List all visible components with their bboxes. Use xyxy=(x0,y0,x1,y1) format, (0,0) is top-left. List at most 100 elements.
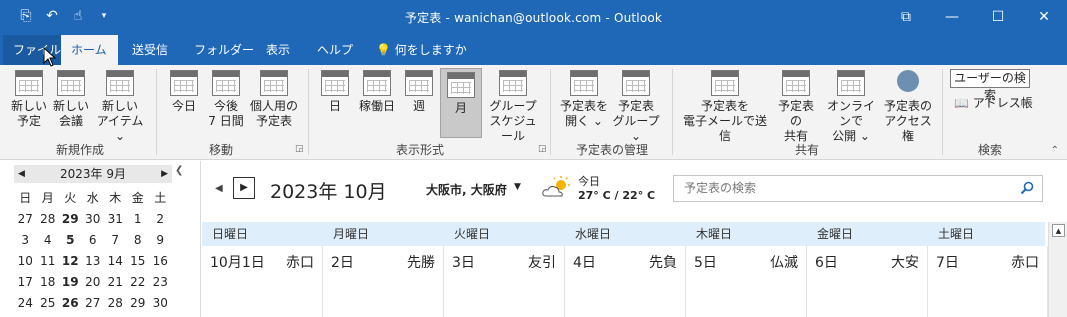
mini-calendar-day[interactable]: 7 xyxy=(104,230,127,251)
ribbon: 新しい 予定 新しい 会議 新しい アイテム ⌄ 新規作成 今日 今後 7 日間… xyxy=(0,65,1067,160)
maximize-icon[interactable]: ☐ xyxy=(975,0,1021,35)
mini-calendar-day[interactable]: 29 xyxy=(59,209,82,230)
schedule-view-button[interactable]: グループ スケジュール xyxy=(484,70,542,144)
address-book-button[interactable]: 📖 アドレス帳 xyxy=(954,94,1033,111)
day-cell[interactable]: 10月1日 赤口 xyxy=(202,246,323,317)
tab-home[interactable]: ホーム xyxy=(61,35,118,65)
personal-calendar-icon xyxy=(260,70,288,96)
mini-calendar-day[interactable]: 1 xyxy=(127,209,150,230)
scroll-up-icon[interactable]: ▲ xyxy=(1052,224,1065,237)
mini-calendar-day[interactable]: 21 xyxy=(104,272,127,293)
weekday-header: 日曜日 xyxy=(212,227,249,241)
mini-calendar-day[interactable]: 4 xyxy=(37,230,60,251)
mini-calendar-day[interactable]: 25 xyxy=(37,293,60,314)
personal-calendar-button[interactable]: 個人用の 予定表 xyxy=(249,70,299,129)
prev-period-icon[interactable]: ◀ xyxy=(215,183,223,194)
day-rokuyo: 赤口 xyxy=(1011,255,1039,271)
day-cell[interactable]: 7日 赤口 xyxy=(928,246,1048,317)
mini-calendar-day[interactable]: 10 xyxy=(14,251,37,272)
new-meeting-button[interactable]: 新しい 会議 xyxy=(52,70,90,129)
mini-calendar-day[interactable]: 20 xyxy=(82,272,105,293)
mini-calendar-day[interactable]: 19 xyxy=(59,272,82,293)
mini-calendar-day[interactable]: 29 xyxy=(127,293,150,314)
day-cell[interactable]: 4日 先負 xyxy=(565,246,686,317)
search-placeholder: 予定表の検索 xyxy=(684,181,757,195)
mini-calendar-day[interactable]: 27 xyxy=(14,209,37,230)
mini-calendar-day[interactable]: 8 xyxy=(127,230,150,251)
next-month-icon[interactable]: ▶ xyxy=(161,165,168,183)
calendar-groups-icon xyxy=(622,70,650,96)
month-view-button[interactable]: 月 xyxy=(440,68,482,138)
tell-me-label: 何をしますか xyxy=(394,43,467,57)
collapse-ribbon-icon[interactable]: ⌃ xyxy=(1051,145,1059,156)
work-week-button[interactable]: 稼働日 xyxy=(357,70,397,114)
tell-me-search[interactable]: 💡 何をしますか xyxy=(366,35,477,65)
weather-location[interactable]: 大阪市, 大阪府 xyxy=(426,181,507,198)
next-period-icon[interactable]: ▶ xyxy=(233,177,255,199)
new-appointment-button[interactable]: 新しい 予定 xyxy=(10,70,48,129)
mini-calendar-day[interactable]: 28 xyxy=(104,293,127,314)
arrange-launcher-icon[interactable]: ◲ xyxy=(538,144,547,154)
calendar-search-input[interactable]: 予定表の検索 xyxy=(673,175,1043,202)
mini-calendar-day[interactable]: 27 xyxy=(82,293,105,314)
mini-calendar-day[interactable]: 14 xyxy=(104,251,127,272)
location-dropdown-icon[interactable]: ▼ xyxy=(514,182,521,192)
mini-calendar-day[interactable]: 12 xyxy=(59,251,82,272)
next-7-days-button[interactable]: 今後 7 日間 xyxy=(205,70,247,129)
mini-calendar-day[interactable]: 28 xyxy=(37,209,60,230)
pane-splitter[interactable] xyxy=(200,161,201,317)
mini-calendar-day[interactable]: 17 xyxy=(14,272,37,293)
minimize-icon[interactable]: — xyxy=(929,0,975,35)
mini-calendar-day[interactable]: 30 xyxy=(82,209,105,230)
search-icon[interactable] xyxy=(1020,181,1034,195)
day-cell[interactable]: 5日 仏滅 xyxy=(686,246,807,317)
day-rokuyo: 仏滅 xyxy=(770,255,798,271)
group-label-arrange: 表示形式 xyxy=(395,143,444,157)
weather-info: 今日 27° C / 22° C xyxy=(578,175,655,203)
mini-calendar-day[interactable]: 9 xyxy=(149,230,172,251)
search-people-input[interactable]: ユーザーの検索 xyxy=(950,69,1030,102)
email-calendar-button[interactable]: 予定表を 電子メールで送信 xyxy=(680,70,770,144)
group-separator xyxy=(942,69,943,155)
day-date: 5日 xyxy=(694,255,717,271)
share-calendar-button[interactable]: 予定表の 共有 xyxy=(773,70,819,144)
weekday-header: 木曜日 xyxy=(696,227,733,241)
calendar-permissions-button[interactable]: 予定表の アクセス権 xyxy=(882,70,934,144)
tab-send-receive[interactable]: 送受信 xyxy=(122,35,178,65)
tab-folder[interactable]: フォルダー xyxy=(184,35,264,65)
collapse-pane-icon[interactable]: ❮ xyxy=(175,165,183,176)
mini-calendar-day[interactable]: 15 xyxy=(127,251,150,272)
mini-calendar-day[interactable]: 31 xyxy=(104,209,127,230)
mini-calendar-day[interactable]: 18 xyxy=(37,272,60,293)
prev-month-icon[interactable]: ◀ xyxy=(18,165,25,183)
mini-calendar-day[interactable]: 26 xyxy=(59,293,82,314)
mini-calendar-day[interactable]: 11 xyxy=(37,251,60,272)
ribbon-display-options-icon[interactable]: ⧉ xyxy=(883,0,929,35)
day-cell[interactable]: 6日 大安 xyxy=(807,246,928,317)
today-button[interactable]: 今日 xyxy=(166,70,202,114)
day-cell[interactable]: 2日 先勝 xyxy=(323,246,444,317)
close-icon[interactable]: ✕ xyxy=(1021,0,1067,35)
mini-calendar-day[interactable]: 3 xyxy=(14,230,37,251)
vertical-scrollbar[interactable]: ▲ xyxy=(1048,222,1067,317)
publish-online-button[interactable]: オンラインで 公開 ⌄ xyxy=(823,70,879,144)
tab-view[interactable]: 表示 xyxy=(256,35,300,65)
mini-calendar-day[interactable]: 22 xyxy=(127,272,150,293)
day-cell[interactable]: 3日 友引 xyxy=(444,246,565,317)
mini-calendar-weekday-row: 日月火水木金土 xyxy=(14,188,172,209)
week-view-button[interactable]: 週 xyxy=(404,70,434,114)
mini-calendar-day[interactable]: 13 xyxy=(82,251,105,272)
calendar-groups-button[interactable]: 予定表 グループ ⌄ xyxy=(610,70,662,144)
mini-calendar-day[interactable]: 6 xyxy=(82,230,105,251)
open-calendar-button[interactable]: 予定表を 開く ⌄ xyxy=(559,70,609,129)
goto-launcher-icon[interactable]: ◲ xyxy=(295,144,304,154)
mini-calendar-day[interactable]: 30 xyxy=(149,293,172,314)
day-view-button[interactable]: 日 xyxy=(320,70,350,114)
mini-calendar-day[interactable]: 23 xyxy=(149,272,172,293)
mini-calendar-day[interactable]: 16 xyxy=(149,251,172,272)
mini-calendar-day[interactable]: 5 xyxy=(59,230,82,251)
tab-help[interactable]: ヘルプ xyxy=(307,35,363,65)
mini-calendar-day[interactable]: 2 xyxy=(149,209,172,230)
mini-calendar-day[interactable]: 24 xyxy=(14,293,37,314)
new-items-button[interactable]: 新しい アイテム ⌄ xyxy=(92,70,148,144)
